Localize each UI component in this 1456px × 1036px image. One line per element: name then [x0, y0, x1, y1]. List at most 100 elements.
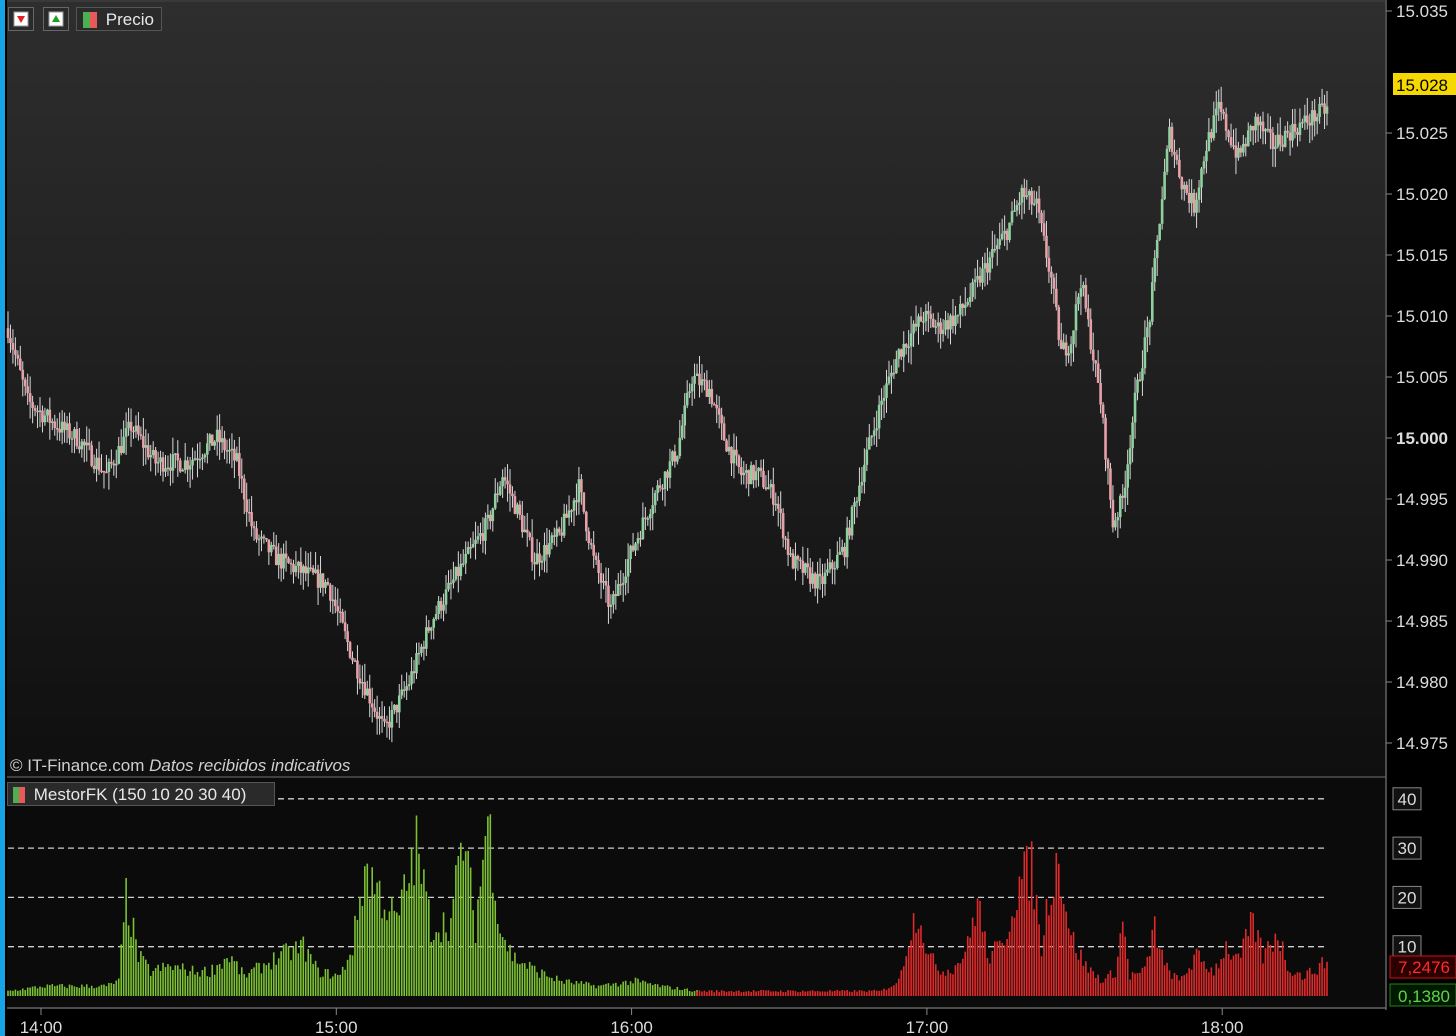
candle-body [673, 451, 677, 462]
candle-body [55, 427, 59, 430]
candle-body [789, 553, 792, 555]
candle-body [754, 471, 758, 481]
candle-body [966, 302, 970, 305]
candle-body [1308, 122, 1312, 126]
candle-body [872, 430, 876, 436]
candle-body [1131, 422, 1134, 449]
candle-body [688, 391, 691, 393]
candle-body [289, 562, 293, 565]
candle-body [607, 585, 610, 607]
candle-body [92, 465, 96, 470]
candle-body [375, 711, 379, 719]
candle-body [602, 580, 605, 583]
candle-body [725, 440, 728, 452]
candle-body [6, 328, 10, 338]
candle-body [570, 510, 573, 512]
candle-body [1042, 223, 1046, 236]
candle-body [14, 349, 17, 355]
candle-body [835, 554, 839, 568]
candle-body [1195, 199, 1198, 213]
candle-body [557, 528, 561, 533]
candle-body [235, 453, 239, 461]
candle-body [297, 561, 300, 567]
candle-body [1079, 288, 1083, 297]
candle-body [698, 373, 701, 386]
candle-body [685, 392, 689, 406]
candle-body [188, 465, 192, 470]
candle-body [151, 450, 155, 456]
candle-body [584, 511, 588, 532]
candle-body [215, 429, 219, 442]
candle-body [1143, 337, 1147, 369]
candle-body [899, 349, 903, 357]
candle-body [511, 493, 514, 497]
candle-body [1281, 144, 1285, 147]
candle-body [466, 547, 470, 554]
candle-body [680, 425, 684, 438]
candle-body [572, 500, 576, 511]
candle-body [16, 354, 20, 359]
candle-body [1067, 353, 1070, 356]
candle-body [501, 477, 504, 487]
candle-body [616, 584, 620, 596]
candle-body [976, 275, 979, 280]
credit-source: © IT-Finance.com [10, 756, 145, 775]
candle-body [821, 576, 824, 585]
price-indicator-tag[interactable]: Precio [76, 7, 162, 31]
candle-body [1232, 145, 1235, 147]
candle-body [1227, 130, 1230, 138]
candle-body [23, 379, 27, 387]
candle-body [373, 707, 376, 712]
candle-body [444, 589, 448, 605]
candle-body [464, 553, 468, 564]
candle-body [1027, 191, 1031, 196]
candle-body [481, 533, 485, 541]
candle-body [626, 559, 630, 577]
candle-body [1062, 342, 1065, 349]
candle-body [19, 358, 22, 370]
candle-body [784, 538, 787, 540]
candle-body [749, 465, 753, 485]
mestor-indicator-tag[interactable]: MestorFK (150 10 20 30 40) [7, 782, 275, 806]
candle-body [1187, 192, 1191, 204]
candle-body [1126, 464, 1129, 488]
candle-body [183, 460, 187, 471]
candle-body [166, 467, 170, 470]
candle-body [693, 375, 696, 384]
candle-body [971, 282, 974, 297]
candle-body [683, 405, 687, 426]
candle-body [53, 421, 57, 428]
candle-body [447, 582, 450, 590]
candle-body [1293, 123, 1297, 132]
candle-body [210, 434, 214, 446]
candle-body [804, 563, 807, 573]
candle-body [587, 531, 591, 544]
indicator-tick-label: 30 [1398, 839, 1417, 858]
candle-body [762, 470, 765, 488]
candle-body [850, 506, 854, 536]
candle-body [732, 449, 736, 464]
candle-body [405, 686, 408, 691]
candle-body [525, 529, 529, 533]
candle-body [535, 553, 539, 565]
candle-body [917, 316, 920, 327]
candle-body [1200, 168, 1203, 188]
candle-body [1032, 203, 1036, 205]
candle-body [840, 546, 844, 552]
candle-body [28, 393, 32, 402]
candle-body [715, 404, 719, 409]
candle-body [260, 536, 263, 539]
candle-body [737, 455, 741, 468]
candle-body [656, 485, 659, 493]
candle-body [826, 569, 829, 573]
candle-body [621, 583, 625, 585]
candle-body [1217, 101, 1221, 109]
candle-body [38, 410, 42, 412]
candle-body [1118, 495, 1122, 518]
buy-arrow-button[interactable] [43, 7, 69, 31]
price-tick-label: 15.000 [1396, 429, 1448, 448]
sell-arrow-button[interactable] [8, 7, 34, 31]
candle-body [112, 463, 116, 466]
candle-body [252, 526, 256, 529]
candle-body [208, 434, 212, 444]
